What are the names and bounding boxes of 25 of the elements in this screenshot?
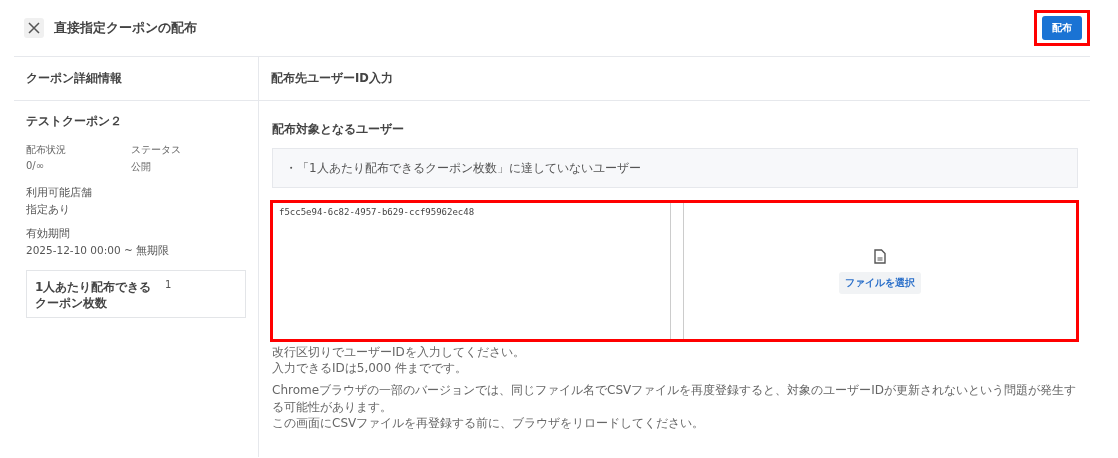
limit-label: 1人あたり配布できるクーポン枚数 [35,279,153,309]
notice-text: この画面にCSVファイルを再登録する前に、ブラウザをリロードしてください。 [272,414,706,431]
limit-value: 1 [165,279,172,292]
field-label: 利用可能店舗 [26,186,93,200]
field-value: 2025-12-10 00:00 ~ 無期限 [26,244,171,258]
stat-value: 0/∞ [26,160,46,173]
help-text: 入力できるIDは5,000 件までです。 [272,360,468,377]
page-title: 直接指定クーポンの配布 [54,19,198,37]
subheading: 配布対象となるユーザー [272,121,405,138]
close-button[interactable] [24,18,44,38]
help-text: 改行区切りでユーザーIDを入力してください。 [272,344,526,361]
choose-file-button[interactable]: ファイルを選択 [839,271,921,294]
stat-label: ステータス [131,143,182,157]
field-label: 有効期間 [26,227,71,241]
coupon-name: テストクーポン２ [26,113,123,130]
stat-value: 公開 [131,160,152,174]
notice-text: Chromeブラウザの一部のバージョンでは、同じファイル名でCSVファイルを再度登録すると、対象のユーザーIDが更新されないという問題が発生する可能性があります。 [272,382,1078,415]
document-icon [874,248,886,264]
close-icon [28,22,40,34]
field-value: 指定あり [26,203,71,217]
distribute-button[interactable]: 配布 [1042,16,1082,40]
condition-text: ・「1人あたり配布できるクーポン枚数」に達していないユーザー [285,160,642,177]
section-heading: 配布先ユーザーID入力 [259,57,1090,101]
section-heading: クーポン詳細情報 [14,57,258,101]
stat-label: 配布状況 [26,143,67,157]
